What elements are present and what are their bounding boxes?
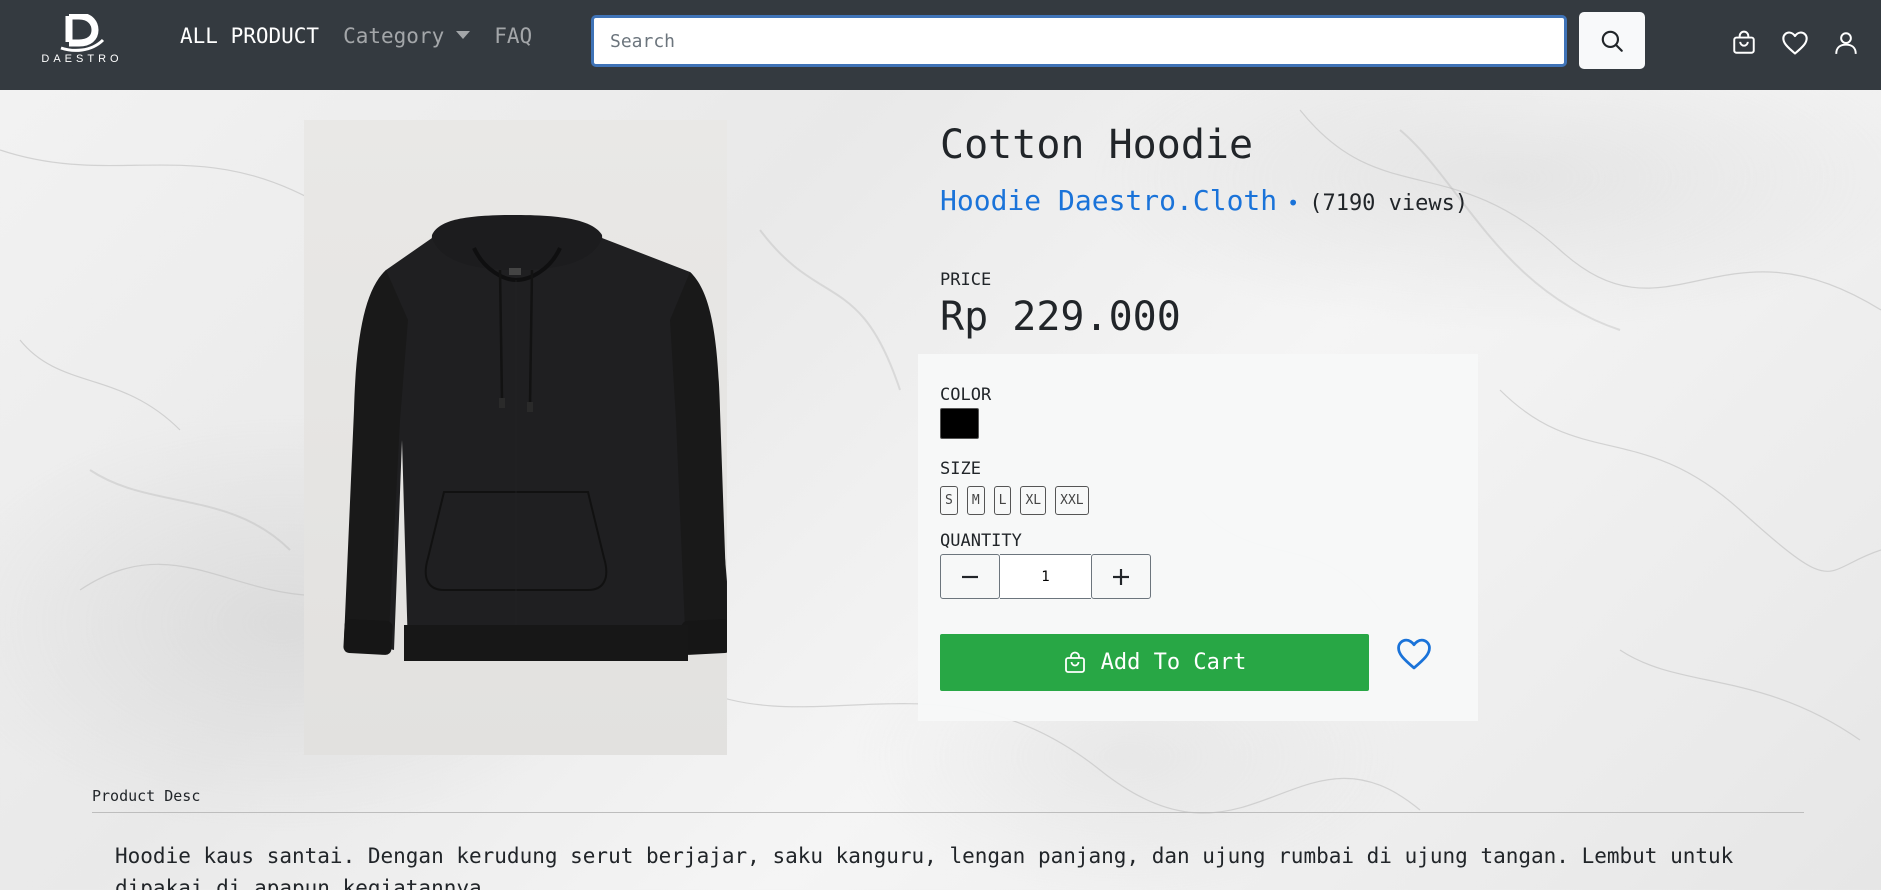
nav-category-label: Category [343, 24, 445, 48]
add-to-cart-button[interactable]: Add To Cart [940, 634, 1369, 691]
heart-icon [1397, 638, 1431, 670]
product-meta: Hoodie Daestro.Cloth • (7190 views) [940, 184, 1468, 217]
plus-icon [1113, 568, 1129, 585]
nav-all-product[interactable]: ALL PRODUCT [180, 24, 319, 48]
search-button[interactable] [1579, 12, 1645, 69]
price-value: Rp 229.000 [940, 294, 1181, 340]
size-label: SIZE [940, 459, 981, 479]
chevron-down-icon [456, 31, 471, 39]
price-label: PRICE [940, 270, 992, 290]
shopping-bag-icon [1064, 651, 1085, 673]
logo-mark-icon [60, 14, 105, 52]
size-s-button[interactable]: S [940, 486, 958, 515]
size-options: S M L XL XXL [940, 486, 1098, 515]
nav-category-dropdown[interactable]: Category [343, 24, 471, 48]
tab-product-desc[interactable]: Product Desc [92, 787, 200, 805]
quantity-decrease-button[interactable] [940, 554, 1000, 599]
size-l-button[interactable]: L [993, 486, 1012, 515]
quantity-input[interactable] [1000, 554, 1091, 599]
add-to-cart-label: Add To Cart [1100, 650, 1247, 675]
product-description: Hoodie kaus santai. Dengan kerudung seru… [115, 844, 1734, 890]
quantity-increase-button[interactable] [1091, 554, 1151, 599]
quantity-label: QUANTITY [940, 531, 1022, 551]
cart-nav-button[interactable] [1729, 28, 1759, 58]
account-nav-button[interactable] [1831, 28, 1861, 58]
desc-divider [92, 812, 1804, 813]
quantity-stepper [940, 554, 1151, 599]
color-label: COLOR [940, 385, 992, 405]
minus-icon [962, 575, 978, 578]
search-input[interactable] [591, 15, 1567, 67]
size-xl-button[interactable]: XL [1020, 486, 1047, 515]
product-image [304, 120, 732, 755]
logo-text: DAESTRO [41, 53, 123, 65]
size-xxl-button[interactable]: XXL [1055, 486, 1089, 515]
product-options-panel: COLOR SIZE S M L XL XXL QUANTITY Add To … [918, 354, 1478, 721]
brand-logo[interactable]: DAESTRO [32, 14, 132, 74]
color-swatch-black[interactable] [940, 408, 979, 439]
product-title: Cotton Hoodie [940, 122, 1254, 168]
add-to-wishlist-button[interactable] [1392, 632, 1436, 676]
shopping-bag-icon [1733, 30, 1755, 54]
black-hoodie-image [343, 215, 732, 661]
meta-separator: • [1287, 191, 1300, 215]
view-count: (7190 views) [1309, 191, 1469, 216]
top-navbar: DAESTRO ALL PRODUCT Category FAQ [0, 0, 1881, 90]
user-icon [1835, 32, 1857, 54]
size-m-button[interactable]: M [966, 486, 985, 515]
heart-icon [1782, 31, 1808, 55]
nav-faq[interactable]: FAQ [494, 24, 532, 48]
brand-link[interactable]: Hoodie Daestro.Cloth [940, 184, 1277, 217]
wishlist-nav-button[interactable] [1780, 28, 1810, 58]
search-icon [1601, 30, 1623, 52]
